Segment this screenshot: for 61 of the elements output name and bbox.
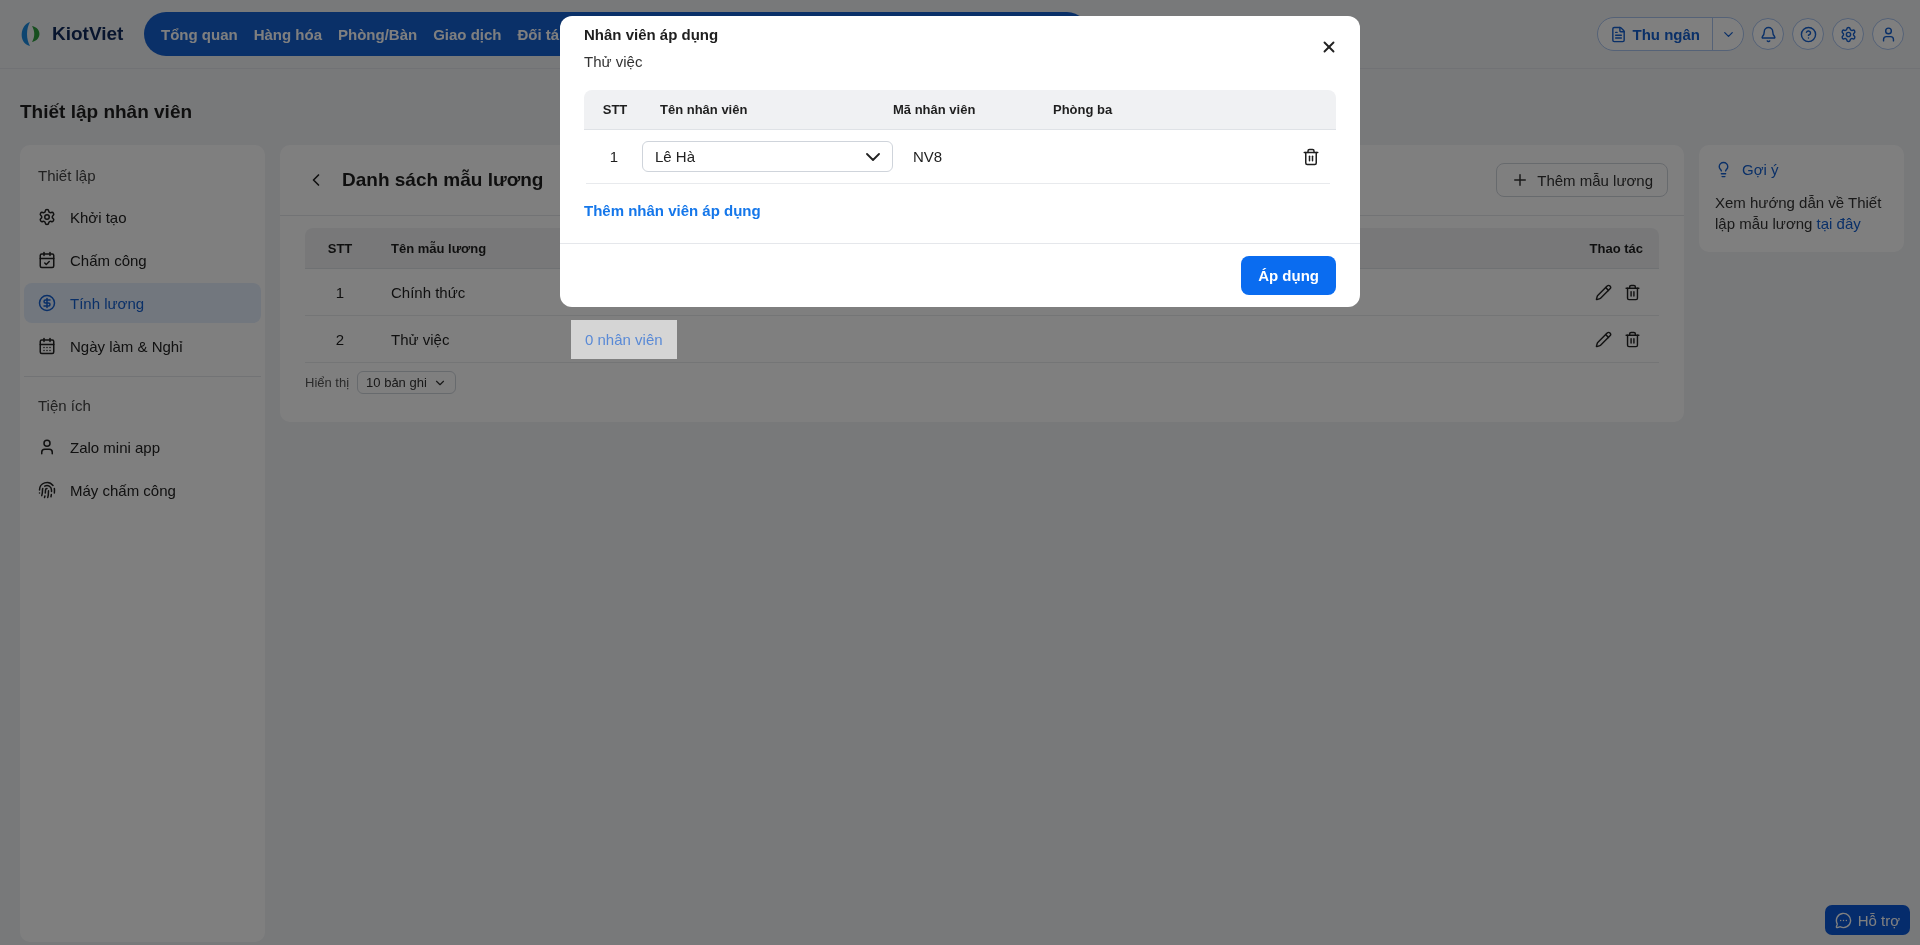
gear-icon (38, 208, 56, 226)
add-employee-link[interactable]: Thêm nhân viên áp dụng (584, 202, 761, 219)
settings-button[interactable] (1832, 18, 1864, 50)
fingerprint-icon (38, 481, 56, 499)
column-header: STT (326, 240, 354, 256)
table-cell-text: Thử việc (390, 330, 451, 348)
dollar-coin-icon (38, 294, 56, 312)
bell-icon (1759, 25, 1777, 43)
column-header: Tên mẫu lương (390, 240, 488, 256)
page-title: Thiết lập nhân viên (20, 101, 193, 123)
sidebar-item[interactable]: Máy chấm công (24, 470, 261, 510)
settings-icon (1839, 25, 1857, 43)
help-button[interactable] (1792, 18, 1824, 50)
nav-item[interactable]: Tổng quan (154, 25, 245, 43)
hint-title: Gợi ý (1742, 161, 1779, 178)
column-header: STT (601, 102, 629, 117)
modal-subtitle: Thử việc (584, 53, 644, 70)
logo-text: KiotViet (52, 23, 124, 45)
sidebar-section-title: Tiện ích (37, 396, 92, 416)
nav-item[interactable]: Phòng/Bàn (331, 25, 425, 43)
cashier-button[interactable]: Thu ngân (1597, 18, 1713, 50)
add-template-button[interactable]: Thêm mẫu lương (1496, 163, 1668, 197)
sidebar-item[interactable]: Chấm công (24, 240, 261, 280)
column-header: Thao tác (1589, 240, 1644, 256)
table-cell-text: 1 (608, 148, 620, 165)
hint-text: Xem hướng dẫn về Thiết lập mẫu lương tại đây (1715, 193, 1883, 234)
table-cell-text: 1 (334, 283, 346, 301)
table-cell-text: NV8 (913, 148, 944, 165)
edit-icon[interactable] (1595, 330, 1612, 348)
trash-icon[interactable] (1302, 147, 1320, 166)
table-cell-text: Chính thức (390, 283, 467, 301)
modal-title: Nhân viên áp dụng (584, 26, 720, 43)
edit-icon[interactable] (1595, 283, 1612, 301)
employee-select[interactable]: Lê Hà (642, 141, 893, 172)
employee-count-link[interactable]: 0 nhân viên (571, 319, 677, 359)
column-header: Phòng ba (1052, 102, 1114, 117)
sidebar-item[interactable]: Tính lương (24, 283, 261, 323)
nav-item[interactable]: Giao dịch (426, 25, 509, 43)
caret-icon (866, 152, 880, 161)
column-header: Mã nhân viên (892, 102, 977, 117)
hint-link[interactable]: tại đây (1816, 215, 1861, 232)
support-button[interactable]: Hỗ trợ (1824, 905, 1910, 935)
nav-item[interactable]: Hàng hóa (246, 25, 329, 43)
section-title: Danh sách mẫu lương (342, 169, 544, 191)
page-size-label: Hiển thị (305, 375, 350, 390)
chat-icon (1834, 911, 1852, 929)
calendar-check-icon (38, 251, 56, 269)
sidebar-item[interactable]: Zalo mini app (24, 427, 261, 467)
help-icon (1799, 25, 1817, 43)
table-cell-text: 2 (334, 330, 346, 348)
account-button[interactable] (1872, 18, 1904, 50)
person-icon (38, 438, 56, 456)
calendar-icon (38, 337, 56, 355)
sidebar-item[interactable]: Ngày làm & Nghỉ (24, 326, 261, 366)
page-size-select[interactable]: 10 bản ghi (357, 371, 456, 394)
document-icon (1609, 25, 1627, 43)
apply-button[interactable]: Áp dụng (1241, 256, 1336, 295)
sidebar-section-title: Thiết lập (37, 166, 97, 186)
column-header: Tên nhân viên (659, 102, 749, 117)
notifications-button[interactable] (1752, 18, 1784, 50)
sidebar-item[interactable]: Khởi tạo (24, 197, 261, 237)
